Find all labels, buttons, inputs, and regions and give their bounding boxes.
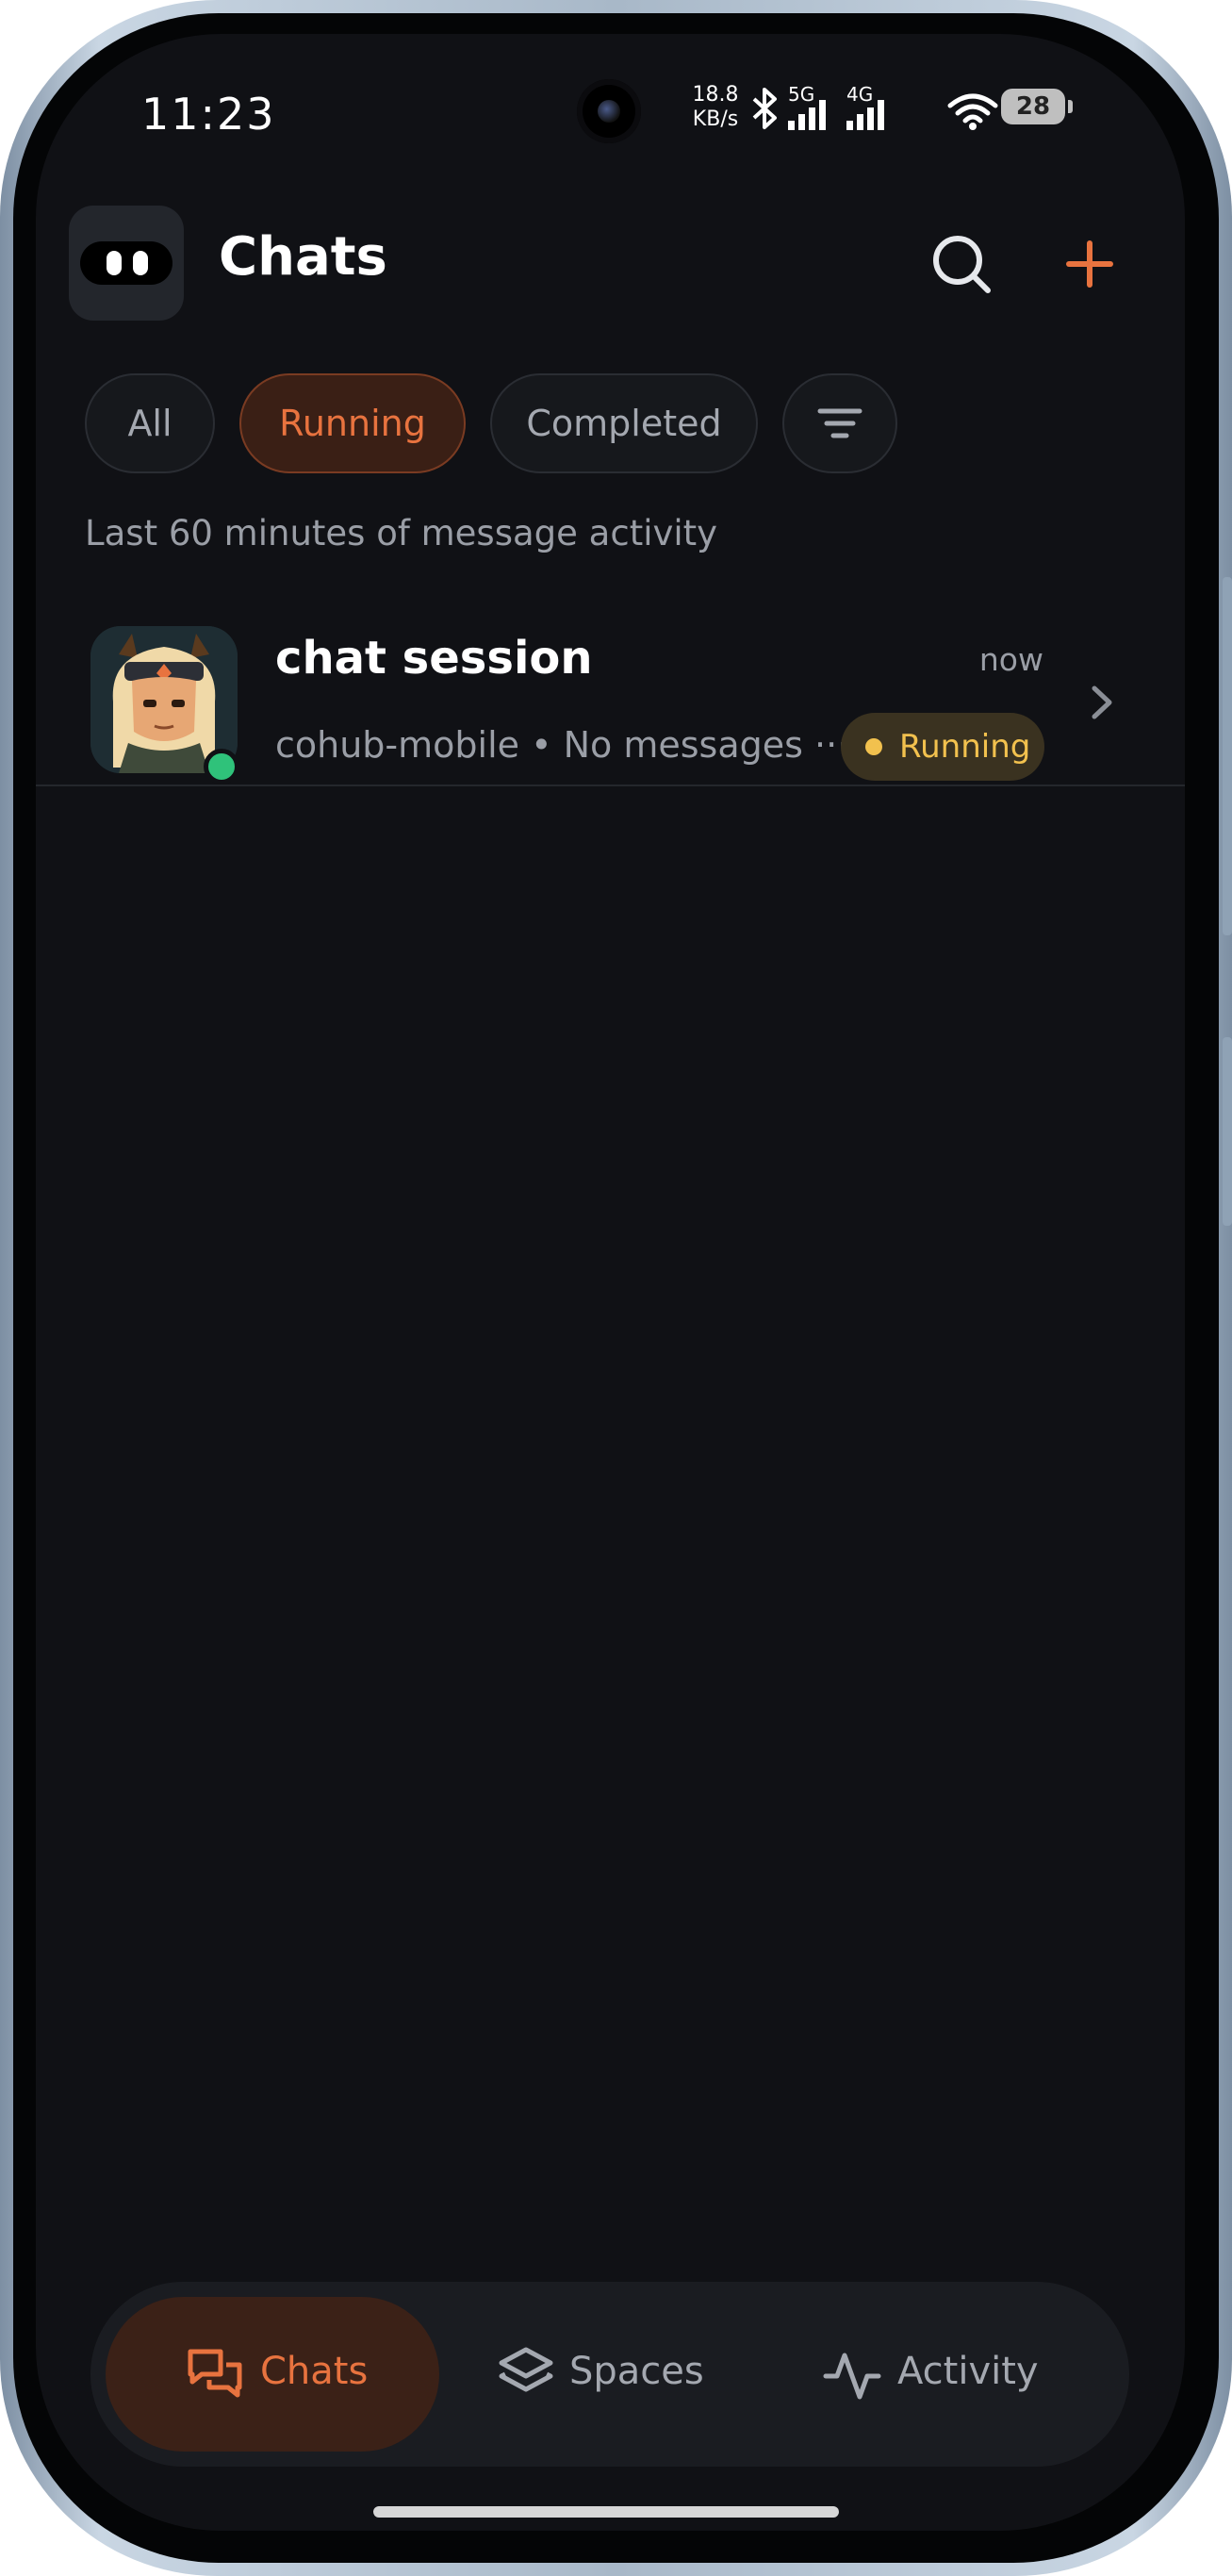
- pulse-icon: [823, 2353, 881, 2400]
- network-speed-value: 18.8: [692, 83, 739, 107]
- front-camera: [577, 79, 641, 143]
- search-icon: [933, 236, 991, 293]
- side-button: [1223, 1037, 1232, 1226]
- bluetooth-icon: [752, 88, 777, 129]
- status-time: 11:23: [141, 89, 276, 140]
- home-indicator[interactable]: [373, 2506, 839, 2518]
- activity-window-caption: Last 60 minutes of message activity: [85, 513, 718, 553]
- filter-chip-all[interactable]: All: [85, 373, 215, 473]
- bottom-nav: Chats Spaces Activity: [90, 2282, 1129, 2467]
- nav-tab-activity[interactable]: Activity: [788, 2297, 1090, 2452]
- filter-chip-completed[interactable]: Completed: [490, 373, 758, 473]
- signal-5g-icon: [788, 100, 826, 130]
- chat-list-item[interactable]: chat session now cohub-mobile • No messa…: [36, 619, 1185, 786]
- nav-tab-spaces[interactable]: Spaces: [468, 2297, 760, 2452]
- chat-preview: cohub-mobile • No messages ···: [275, 724, 849, 766]
- filter-lines-icon: [817, 408, 862, 438]
- chat-timestamp: now: [978, 641, 1043, 678]
- filter-chip-running[interactable]: Running: [239, 373, 466, 473]
- nav-label-chats: Chats: [260, 2350, 369, 2393]
- nav-tab-chats[interactable]: Chats: [106, 2297, 439, 2452]
- filter-options-button[interactable]: [782, 373, 897, 473]
- online-status-dot: [204, 749, 239, 784]
- status-badge: Running: [841, 713, 1044, 781]
- chat-title: chat session: [275, 632, 593, 685]
- app-logo: [69, 206, 184, 321]
- wifi-icon: [947, 93, 998, 130]
- status-badge-label: Running: [899, 728, 1031, 766]
- nav-label-activity: Activity: [897, 2350, 1039, 2393]
- status-dot: [865, 738, 882, 755]
- logo-face-icon: [80, 241, 172, 285]
- chat-bubbles-icon: [188, 2349, 242, 2398]
- page-title: Chats: [219, 226, 387, 288]
- battery-indicator: 28: [1001, 89, 1073, 124]
- app-screen: 11:23 18.8 KB/s 5G 4G 28 Chats All Runni…: [36, 34, 1185, 2531]
- search-button[interactable]: [926, 228, 997, 300]
- network-speed: 18.8 KB/s: [686, 83, 745, 132]
- network-speed-unit: KB/s: [692, 107, 739, 131]
- new-chat-button[interactable]: [1054, 228, 1125, 300]
- chevron-right-icon: [1092, 685, 1112, 719]
- layers-icon: [499, 2347, 553, 2392]
- plus-icon: [1066, 240, 1113, 288]
- side-button: [1223, 577, 1232, 935]
- nav-label-spaces: Spaces: [569, 2350, 704, 2393]
- signal-4g-icon: [846, 100, 884, 130]
